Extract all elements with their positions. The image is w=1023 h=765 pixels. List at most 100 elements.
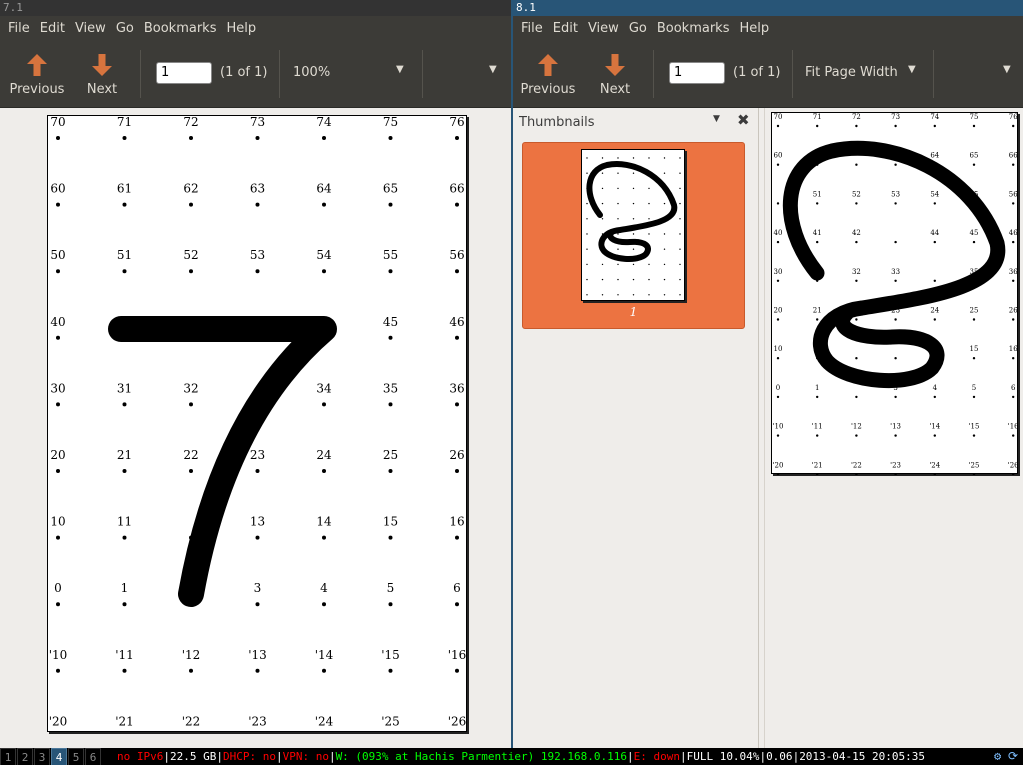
- grid-dot: [1012, 395, 1015, 399]
- grid-dot: [56, 269, 60, 274]
- menu-view[interactable]: View: [70, 21, 111, 36]
- grid-label: 64: [316, 182, 332, 196]
- separator: [140, 50, 141, 98]
- grid-label: '10: [49, 648, 68, 662]
- overflow-dropdown-icon[interactable]: ▼: [489, 64, 497, 75]
- grid-label: 35: [383, 381, 398, 395]
- load-status: 0.06: [766, 750, 793, 763]
- menu-go[interactable]: Go: [111, 21, 139, 36]
- grid-dot: [455, 269, 459, 274]
- workspace-4[interactable]: 4: [51, 748, 67, 765]
- grid-dot: [1012, 318, 1015, 321]
- grid-dot: [601, 263, 604, 266]
- page-count: (1 of 1): [733, 65, 781, 80]
- document-page[interactable]: 70 71 72 73 74 75 76 60 64 65 66 51 52 53 54 55 56 40 41 42…: [771, 112, 1019, 475]
- grid-dot: [255, 136, 260, 140]
- grid-dot: [388, 535, 393, 540]
- grid-label: '16: [1008, 423, 1019, 431]
- previous-button[interactable]: Previous: [517, 40, 579, 108]
- zoom-dropdown-icon[interactable]: ▼: [396, 64, 404, 75]
- page-number-input[interactable]: 1: [669, 62, 725, 84]
- grid-label: '16: [448, 648, 467, 662]
- grid-dot: [388, 269, 393, 274]
- workspace-6[interactable]: 6: [85, 748, 101, 765]
- page-number-input[interactable]: 1: [156, 62, 212, 84]
- grid-label: 51: [813, 190, 822, 198]
- grid-dot: [122, 136, 127, 140]
- grid-label: 63: [250, 182, 265, 196]
- zoom-select[interactable]: Fit Page Width: [805, 65, 898, 80]
- menu-edit[interactable]: Edit: [35, 21, 70, 36]
- workspace-5[interactable]: 5: [68, 748, 84, 765]
- grid-dot: [894, 163, 897, 166]
- grid-label: 71: [117, 116, 132, 129]
- grid-label: 70: [50, 116, 65, 129]
- grid-label: 51: [117, 248, 132, 262]
- grid-dot: [663, 202, 666, 205]
- window-title[interactable]: 7.1: [0, 0, 511, 16]
- grid-dot: [122, 269, 127, 274]
- grid-dot: [388, 402, 393, 407]
- grid-dot: [663, 233, 666, 235]
- grid-label: 31: [117, 381, 132, 395]
- grid-dot: [972, 124, 976, 128]
- grid-label: '24: [315, 714, 334, 728]
- menu-bookmarks[interactable]: Bookmarks: [139, 21, 222, 36]
- grid-label: 42: [852, 229, 861, 237]
- grid-dot: [455, 469, 459, 473]
- sidebar-splitter[interactable]: [759, 108, 765, 748]
- next-button[interactable]: Next: [76, 40, 128, 108]
- grid-dot: [648, 187, 650, 190]
- window-title[interactable]: 8.1: [513, 0, 1023, 16]
- grid-label: 32: [852, 268, 861, 276]
- grid-dot: [601, 157, 604, 159]
- grid-dot: [663, 263, 666, 266]
- menu-file[interactable]: File: [516, 21, 548, 36]
- grid-dot: [855, 434, 858, 437]
- vpn-status: VPN: no: [282, 750, 329, 763]
- menu-edit[interactable]: Edit: [548, 21, 583, 36]
- menu-view[interactable]: View: [583, 21, 624, 36]
- grid-dot: [617, 233, 619, 235]
- thumbnail-item[interactable]: 1: [522, 142, 745, 329]
- grid-dot: [972, 357, 976, 360]
- tray-icon[interactable]: ⚙: [994, 748, 1001, 765]
- grid-dot: [855, 202, 858, 205]
- grid-label: 20: [774, 307, 783, 315]
- grid-label: 64: [930, 152, 939, 160]
- workspace-3[interactable]: 3: [34, 748, 50, 765]
- network-tray-icon[interactable]: ⟳: [1008, 748, 1018, 765]
- menu-help[interactable]: Help: [734, 21, 774, 36]
- grid-dot: [648, 263, 650, 266]
- grid-dot: [679, 294, 681, 296]
- workspace-2[interactable]: 2: [17, 748, 33, 765]
- grid-dot: [455, 535, 459, 540]
- menu-bookmarks[interactable]: Bookmarks: [652, 21, 735, 36]
- digit-seven-stroke: [108, 316, 337, 607]
- sidebar-dropdown-icon[interactable]: ▼: [713, 114, 720, 124]
- grid-dot: [1012, 279, 1015, 282]
- workspace-1[interactable]: 1: [0, 748, 16, 765]
- grid-label: '20: [773, 461, 784, 469]
- grid-label: 26: [449, 448, 464, 462]
- grid-label: 36: [1009, 268, 1018, 276]
- grid-dot: [855, 163, 858, 166]
- grid-dot: [255, 602, 260, 607]
- zoom-dropdown-icon[interactable]: ▼: [908, 64, 916, 75]
- grid-dot: [122, 202, 127, 207]
- grid-dot: [56, 136, 60, 140]
- grid-label: 55: [383, 248, 398, 262]
- grid-label: '24: [929, 461, 940, 469]
- next-button[interactable]: Next: [589, 40, 641, 108]
- grid-dot: [855, 395, 858, 399]
- menu-file[interactable]: File: [3, 21, 35, 36]
- zoom-select[interactable]: 100%: [293, 65, 330, 80]
- previous-button[interactable]: Previous: [6, 40, 68, 108]
- overflow-dropdown-icon[interactable]: ▼: [1003, 64, 1011, 75]
- sidebar-title[interactable]: Thumbnails: [519, 115, 595, 130]
- grid-dot: [816, 395, 819, 399]
- close-icon[interactable]: ✖: [737, 111, 750, 129]
- document-area[interactable]: 70 71 72 73 74 75 76 60 61 62 63 64 65 66 50 51 52 53 54 55…: [0, 108, 511, 748]
- menu-help[interactable]: Help: [221, 21, 261, 36]
- menu-go[interactable]: Go: [624, 21, 652, 36]
